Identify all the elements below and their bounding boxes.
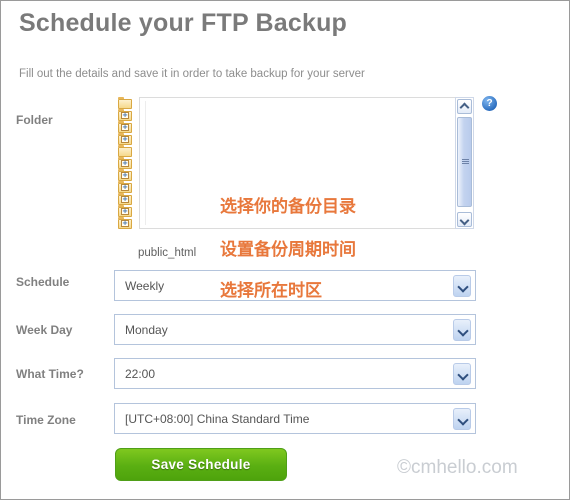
what-time-label: What Time? (16, 367, 84, 381)
folder-tree-node[interactable] (114, 145, 138, 157)
folder-tree-node[interactable]: + (114, 205, 138, 217)
scrollbar-thumb[interactable] (457, 117, 472, 207)
plus-icon[interactable]: + (121, 112, 129, 119)
week-day-select[interactable]: Monday (114, 314, 476, 345)
plus-icon[interactable]: + (121, 220, 129, 227)
watermark: ©cmhello.com (397, 457, 518, 478)
week-day-label: Week Day (16, 323, 73, 337)
scroll-up-button[interactable] (457, 99, 472, 114)
folder-expand-icon[interactable]: + (118, 133, 133, 145)
plus-icon[interactable]: + (121, 184, 129, 191)
chevron-down-icon[interactable] (453, 363, 471, 385)
folder-tree-node[interactable]: + (114, 121, 138, 133)
page-subtitle: Fill out the details and save it in orde… (19, 68, 365, 80)
folder-tree-caption: public_html (138, 247, 197, 259)
what-time-select[interactable]: 22:00 (114, 358, 476, 389)
time-zone-select-value: [UTC+08:00] China Standard Time (125, 412, 310, 426)
chevron-down-icon (461, 217, 468, 222)
annotation-text: 选择所在时区 (220, 281, 322, 301)
folder-tree-node[interactable]: + (114, 157, 138, 169)
grip-icon (462, 159, 469, 164)
scroll-down-button[interactable] (457, 212, 472, 227)
time-zone-label: Time Zone (16, 413, 76, 427)
page-title: Schedule your FTP Backup (19, 9, 348, 37)
folder-tree-node[interactable]: + (114, 181, 138, 193)
folder-label: Folder (16, 113, 53, 127)
folder-expand-icon[interactable]: + (118, 193, 133, 205)
folder-expand-icon[interactable]: + (118, 169, 133, 181)
chevron-down-icon[interactable] (453, 275, 471, 297)
chevron-down-icon[interactable] (453, 319, 471, 341)
plus-icon[interactable]: + (121, 136, 129, 143)
what-time-select-value: 22:00 (125, 367, 156, 381)
chevron-down-icon[interactable] (453, 408, 471, 430)
annotation-text: 选择你的备份目录 (220, 197, 356, 217)
chevron-up-icon (461, 104, 468, 109)
folder-tree-node[interactable]: + (114, 133, 138, 145)
folder-expand-icon[interactable]: + (118, 109, 133, 121)
plus-icon[interactable]: + (121, 160, 129, 167)
folder-expand-icon[interactable]: + (118, 157, 133, 169)
folder-expand-icon[interactable]: + (118, 181, 133, 193)
folder-expand-icon[interactable]: + (118, 217, 133, 229)
week-day-select-value: Monday (125, 323, 168, 337)
folder-expand-icon[interactable]: + (118, 121, 133, 133)
plus-icon[interactable]: + (121, 208, 129, 215)
annotation-text: 设置备份周期时间 (220, 240, 356, 260)
schedule-label: Schedule (16, 275, 70, 289)
plus-icon[interactable]: + (121, 196, 129, 203)
ftp-backup-schedule-page: Schedule your FTP Backup Fill out the de… (0, 0, 570, 500)
folder-tree-node[interactable]: + (114, 217, 138, 229)
folder-tree-icon-column: + + + + + + + + + (114, 97, 138, 229)
folder-icon (118, 145, 133, 157)
folder-tree-node[interactable]: + (114, 169, 138, 181)
help-icon[interactable]: ? (482, 96, 497, 111)
schedule-select-value: Weekly (125, 279, 165, 293)
folder-tree-scrollbar[interactable] (455, 97, 474, 229)
folder-tree-node[interactable] (114, 97, 138, 109)
folder-expand-icon[interactable]: + (118, 205, 133, 217)
folder-tree-node[interactable]: + (114, 193, 138, 205)
time-zone-select[interactable]: [UTC+08:00] China Standard Time (114, 403, 476, 434)
save-schedule-button[interactable]: Save Schedule (115, 448, 287, 481)
plus-icon[interactable]: + (121, 124, 129, 131)
plus-icon[interactable]: + (121, 172, 129, 179)
folder-icon (118, 97, 133, 109)
folder-tree-node[interactable]: + (114, 109, 138, 121)
